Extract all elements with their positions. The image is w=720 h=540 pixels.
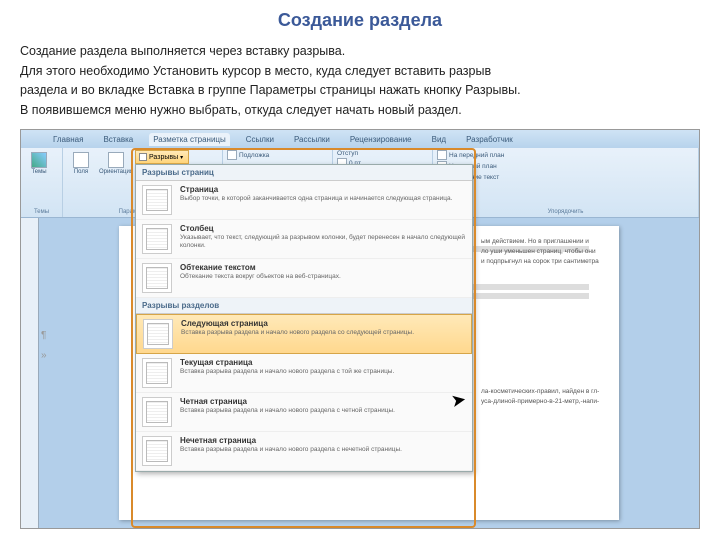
group-label: Темы — [25, 209, 58, 215]
doc-text: уса-длиной-примерно-в-21-метр,-напи- — [481, 398, 599, 406]
section-even-item[interactable]: Четная страницаВставка разрыва раздела и… — [136, 393, 472, 432]
word-screenshot: Главная Вставка Разметка страницы Ссылки… — [20, 129, 700, 529]
break-page-item[interactable]: СтраницаВыбор точки, в которой заканчива… — [136, 181, 472, 220]
orientation-button[interactable]: Ориентация — [97, 150, 135, 178]
page-break-icon — [142, 185, 172, 215]
dropdown-section-header: Разрывы страниц — [136, 165, 472, 181]
break-column-item[interactable]: СтолбецУказывает, что текст, следующий з… — [136, 220, 472, 259]
indent-label: Отступ — [337, 150, 365, 157]
chevron-down-icon: ▾ — [180, 154, 183, 161]
doc-text: ло уши уменьшен страниц, чтобы они — [481, 248, 596, 256]
margins-button[interactable]: Поля — [67, 150, 95, 178]
vertical-ruler — [21, 218, 39, 528]
paragraph: Создание раздела выполняется через встав… — [20, 43, 700, 61]
section-continuous-item[interactable]: Текущая страницаВставка разрыва раздела … — [136, 354, 472, 393]
section-cont-icon — [142, 358, 172, 388]
themes-button[interactable]: Темы — [25, 150, 53, 178]
section-odd-icon — [142, 436, 172, 466]
tab-insert[interactable]: Вставка — [99, 133, 137, 146]
section-even-icon — [142, 397, 172, 427]
section-next-icon — [143, 319, 173, 349]
paragraph: раздела и во вкладке Вставка в группе Па… — [20, 82, 700, 100]
tab-developer[interactable]: Разработчик — [462, 133, 517, 146]
breaks-button[interactable]: Разрывы ▾ — [135, 150, 189, 164]
tab-page-layout[interactable]: Разметка страницы — [149, 133, 230, 146]
paragraph: В появившемся меню нужно выбрать, откуда… — [20, 102, 700, 120]
watermark-button[interactable]: Подложка — [227, 150, 269, 160]
page-title: Создание раздела — [20, 10, 700, 31]
tab-view[interactable]: Вид — [428, 133, 450, 146]
section-next-page-item[interactable]: Следующая страницаВставка разрыва раздел… — [136, 314, 472, 354]
dropdown-section-header: Разрывы разделов — [136, 298, 472, 314]
paragraph: Для этого необходимо Установить курсор в… — [20, 63, 700, 81]
tab-mailings[interactable]: Рассылки — [290, 133, 334, 146]
breaks-icon — [139, 153, 147, 161]
layer-icon — [437, 150, 447, 160]
column-break-icon — [142, 224, 172, 254]
ribbon-tabs: Главная Вставка Разметка страницы Ссылки… — [21, 130, 699, 148]
page-icon — [108, 152, 124, 168]
group-label: Упорядочить — [437, 209, 694, 215]
tab-review[interactable]: Рецензирование — [346, 133, 416, 146]
tab-references[interactable]: Ссылки — [242, 133, 278, 146]
watermark-icon — [227, 150, 237, 160]
doc-text: ла-косметических-правил, найден в гл- — [481, 388, 599, 396]
doc-text: и подпрыгнул на сорок три сантиметра — [481, 258, 599, 266]
themes-icon — [31, 152, 47, 168]
tab-home[interactable]: Главная — [49, 133, 87, 146]
wrap-break-icon — [142, 263, 172, 293]
page-icon — [73, 152, 89, 168]
doc-text: ым действием. Но в приглашении и — [481, 238, 589, 246]
bring-front-button[interactable]: На передний план — [437, 150, 504, 160]
break-wrap-item[interactable]: Обтекание текстомОбтекание текста вокруг… — [136, 259, 472, 298]
section-odd-item[interactable]: Нечетная страницаВставка разрыва раздела… — [136, 432, 472, 471]
pilcrow-icon: » — [41, 350, 47, 361]
pilcrow-icon: ¶ — [41, 330, 46, 341]
breaks-dropdown: Разрывы страниц СтраницаВыбор точки, в к… — [135, 164, 473, 472]
